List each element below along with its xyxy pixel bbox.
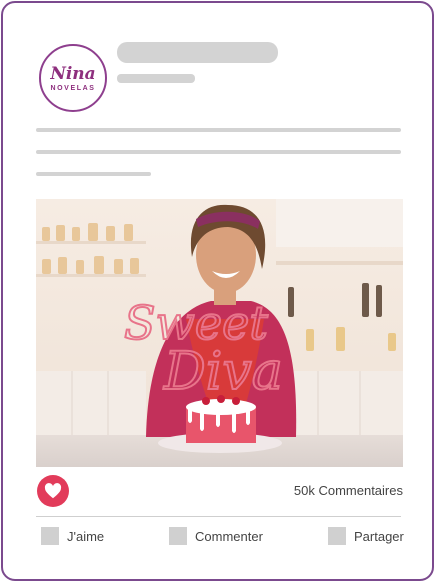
logo-word: Nina — [50, 64, 96, 84]
nina-novelas-logo[interactable]: Nina NOVELAS — [39, 44, 107, 112]
caption-line-placeholder — [36, 128, 401, 132]
like-action-label: J'aime — [67, 528, 105, 544]
action-divider — [36, 516, 401, 517]
caption-line-placeholder — [36, 172, 151, 176]
share-action-icon — [328, 527, 346, 545]
comment-action-icon — [169, 527, 187, 545]
heart-icon — [44, 483, 62, 499]
poster-title-diva: Diva — [163, 342, 283, 402]
share-action-button[interactable]: Partager — [328, 526, 404, 546]
sweet-diva-poster: Sweet Diva — [36, 199, 403, 467]
logo-subtitle: NOVELAS — [50, 85, 96, 92]
post-image[interactable]: Sweet Diva — [36, 199, 403, 467]
like-heart-button[interactable] — [37, 475, 69, 507]
like-action-button[interactable]: J'aime — [41, 526, 104, 546]
comment-action-label: Commenter — [195, 528, 263, 544]
comment-action-button[interactable]: Commenter — [169, 526, 263, 546]
share-action-label: Partager — [354, 528, 404, 544]
caption-line-placeholder — [36, 150, 401, 154]
like-action-icon — [41, 527, 59, 545]
author-name-placeholder — [117, 42, 278, 63]
timestamp-placeholder — [117, 74, 195, 83]
comments-count[interactable]: 50k Commentaires — [294, 483, 403, 498]
